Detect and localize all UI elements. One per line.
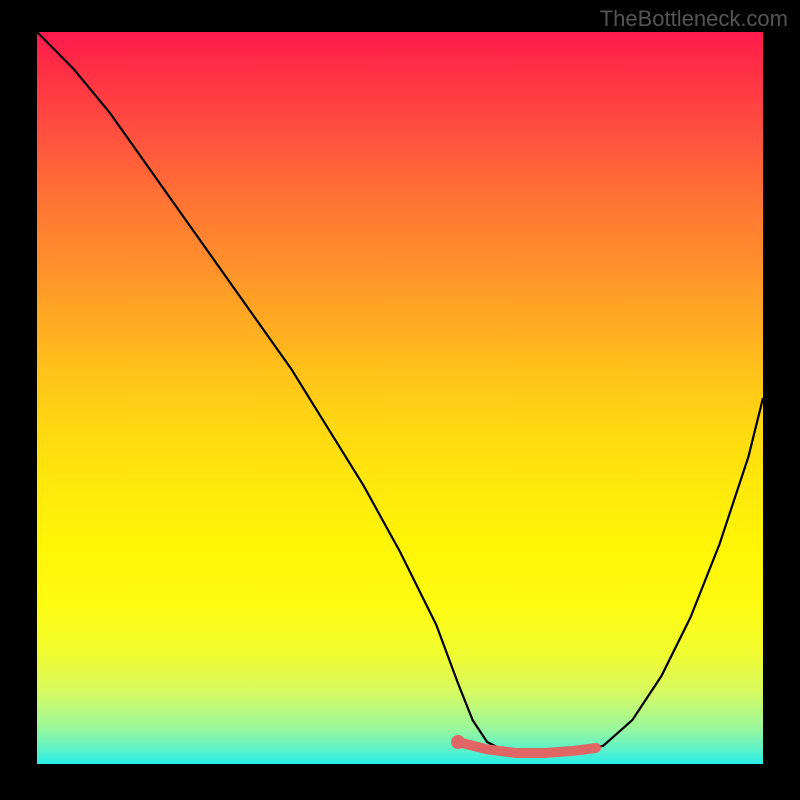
bottleneck-curve: [37, 32, 763, 753]
plot-area: [37, 32, 763, 764]
chart-container: TheBottleneck.com: [0, 0, 800, 800]
chart-svg: [37, 32, 763, 764]
optimal-marker-icon: [451, 735, 465, 749]
optimal-zone-line: [458, 742, 596, 753]
attribution-text: TheBottleneck.com: [600, 6, 788, 32]
